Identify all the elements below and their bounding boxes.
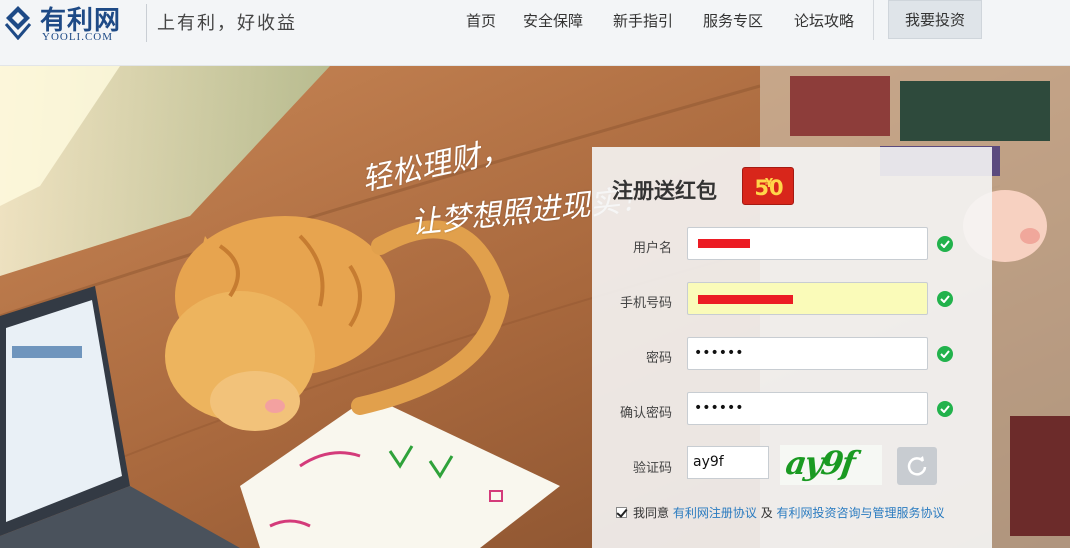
confirm-password-valid-icon [937,401,953,417]
phone-input[interactable] [687,282,928,315]
nav-beginner-guide[interactable]: 新手指引 [613,10,673,31]
password-valid-icon [937,346,953,362]
nav-security[interactable]: 安全保障 [523,10,583,31]
invest-button[interactable]: 我要投资 [888,0,982,39]
captcha-input[interactable]: ay9f [687,446,769,479]
username-label: 用户名 [632,241,672,256]
agreement-joiner: 及 [760,506,773,520]
phone-label: 手机号码 [619,296,672,311]
captcha-refresh-button[interactable] [897,447,937,485]
logo-subtext: YOOLI.COM [42,31,114,43]
registration-title: 注册送红包 [612,179,717,203]
phone-valid-icon [937,291,953,307]
nav-forum-guide[interactable]: 论坛攻略 [794,10,854,31]
username-valid-icon [937,236,953,252]
logo-mark-icon [4,6,32,40]
confirm-password-label: 确认密码 [619,406,672,421]
username-input[interactable] [687,227,928,260]
investment-service-agreement-link[interactable]: 有利网投资咨询与管理服务协议 [777,506,945,520]
captcha-image-text: ay9f [783,445,857,482]
refresh-icon [907,456,927,476]
confirm-password-input[interactable]: •••••• [687,392,928,425]
bonus-amount: 50 [754,176,784,200]
agreement-checkbox[interactable] [616,507,627,518]
nav-divider [873,0,874,40]
captcha-label: 验证码 [632,461,672,476]
brand-slogan: 上有利，好收益 [157,13,297,34]
registration-panel: 注册送红包 ¥50 用户名 手机号码 密码 •••••• 确认密码 ••••••… [592,147,992,548]
header-divider [146,4,147,42]
red-envelope-badge: ¥50 [742,167,794,205]
site-logo[interactable]: 有利网 YOOLI.COM [0,0,135,45]
agreement-prefix: 我同意 [633,506,670,520]
site-header: 有利网 YOOLI.COM 上有利，好收益 首页 安全保障 新手指引 服务专区 … [0,0,1070,66]
redaction-mark [698,239,750,248]
captcha-image[interactable]: ay9f [780,445,882,485]
registration-agreement-link[interactable]: 有利网注册协议 [673,506,757,520]
agreement-row: 我同意 有利网注册协议 及 有利网投资咨询与管理服务协议 [616,504,945,521]
password-input[interactable]: •••••• [687,337,928,370]
redaction-mark [698,295,793,304]
nav-home[interactable]: 首页 [466,10,496,31]
password-label: 密码 [645,351,672,366]
nav-service-zone[interactable]: 服务专区 [703,10,763,31]
